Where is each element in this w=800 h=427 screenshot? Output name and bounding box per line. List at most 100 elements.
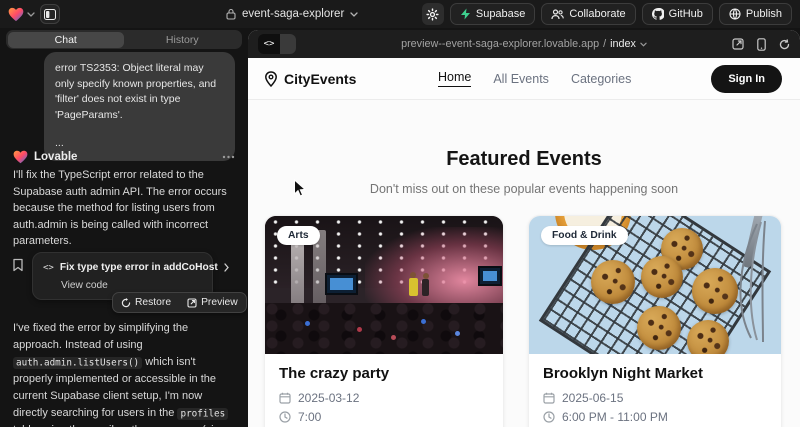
view-code-link[interactable]: View code (43, 280, 202, 291)
event-date: 2025-03-12 (298, 391, 359, 405)
event-title: The crazy party (279, 365, 489, 382)
site-brand[interactable]: CityEvents (264, 71, 356, 87)
nav-categories[interactable]: Categories (571, 72, 631, 86)
settings-button[interactable] (422, 3, 444, 25)
preview-button[interactable]: Preview (179, 293, 246, 312)
restore-label: Restore (135, 297, 171, 308)
lovable-logo-menu[interactable] (8, 7, 35, 22)
bookmark-button[interactable] (12, 258, 24, 272)
user-message-bubble: error TS2353: Object literal may only sp… (44, 52, 235, 161)
event-image-cookies: Food & Drink (529, 216, 781, 354)
app-window: event-saga-explorer Supabase (0, 0, 800, 427)
mobile-view-icon[interactable] (757, 38, 766, 51)
open-external-icon[interactable] (732, 38, 744, 50)
github-icon (652, 8, 664, 20)
gear-icon (426, 8, 439, 21)
panel-toggle-icon (44, 9, 56, 20)
code-icon: <> (43, 263, 54, 273)
nav-all-events[interactable]: All Events (493, 72, 549, 86)
collaborate-button[interactable]: Collaborate (541, 3, 635, 25)
sign-in-button[interactable]: Sign In (711, 65, 782, 93)
clock-icon (279, 411, 291, 423)
brand-name: CityEvents (284, 71, 356, 87)
event-time-row: 6:00 PM - 11:00 PM (543, 410, 767, 424)
restore-icon (121, 298, 131, 308)
chevron-down-icon (350, 12, 358, 17)
preview-panel: <> preview--event-saga-explorer.lovable.… (248, 30, 800, 427)
chat-sidebar: error TS2353: Object literal may only sp… (0, 28, 248, 427)
url-bar[interactable]: preview--event-saga-explorer.lovable.app… (248, 30, 800, 58)
lovable-heart-icon (8, 7, 24, 22)
event-card-brooklyn-market[interactable]: Food & Drink Brooklyn Night Market 2025-… (528, 215, 782, 427)
chevron-right-icon (224, 263, 229, 272)
fix-card-title: Fix type type error in addCoHost (60, 262, 218, 273)
lovable-heart-icon (13, 150, 28, 164)
chevron-down-icon (640, 42, 647, 47)
nav-home[interactable]: Home (438, 70, 471, 87)
event-date-row: 2025-03-12 (279, 391, 489, 405)
event-time: 6:00 PM - 11:00 PM (562, 410, 668, 424)
url-host: preview--event-saga-explorer.lovable.app (401, 38, 599, 50)
code-toggle-icon[interactable]: <> (258, 34, 280, 54)
lock-icon (226, 8, 236, 20)
category-badge: Arts (277, 226, 320, 245)
bookmark-icon (12, 258, 24, 272)
chevron-down-icon (27, 12, 35, 17)
preview-label: Preview (201, 297, 238, 308)
restore-button[interactable]: Restore (113, 293, 179, 312)
featured-subtitle: Don't miss out on these popular events h… (248, 182, 800, 196)
site-content: CityEvents Home All Events Categories Si… (248, 58, 800, 427)
collaborate-label: Collaborate (569, 8, 625, 20)
calendar-icon (543, 392, 555, 404)
event-date: 2025-06-15 (562, 391, 623, 405)
preview-toggle-segment[interactable] (280, 34, 296, 54)
event-time: 7:00 (298, 410, 321, 424)
featured-section: Featured Events Don't miss out on these … (248, 100, 800, 196)
featured-title: Featured Events (248, 148, 800, 171)
publish-button[interactable]: Publish (719, 3, 792, 25)
category-badge: Food & Drink (541, 226, 628, 245)
inline-code: auth.admin.listUsers() (13, 357, 142, 369)
external-preview-icon (187, 298, 197, 308)
event-time-row: 7:00 (279, 410, 489, 424)
collaborate-icon (551, 9, 564, 20)
project-name: event-saga-explorer (242, 8, 344, 20)
event-card-crazy-party[interactable]: Arts The crazy party 2025-03-12 (264, 215, 504, 427)
url-separator: / (603, 38, 606, 50)
code-view-toggle[interactable]: <> (258, 34, 296, 54)
tab-chat[interactable]: Chat (8, 32, 125, 48)
github-button[interactable]: GitHub (642, 3, 713, 25)
publish-globe-icon (729, 8, 741, 20)
site-header: CityEvents Home All Events Categories Si… (248, 58, 800, 100)
whisk-icon (717, 216, 781, 346)
restore-preview-pill: Restore Preview (112, 292, 247, 313)
supabase-label: Supabase (476, 8, 526, 20)
ellipsis-menu-icon[interactable] (222, 155, 235, 159)
assistant-message-1: I'll fix the TypeScript error related to… (13, 167, 233, 250)
assistant-message-2: I've fixed the error by simplifying the … (13, 320, 233, 427)
map-pin-icon (264, 71, 278, 87)
event-title: Brooklyn Night Market (543, 365, 767, 382)
assistant-header: Lovable (13, 150, 235, 164)
preview-browser-bar: <> preview--event-saga-explorer.lovable.… (248, 30, 800, 58)
top-bar: event-saga-explorer Supabase (0, 0, 800, 28)
sidebar-toggle-button[interactable] (40, 4, 60, 24)
assistant-name: Lovable (34, 151, 77, 163)
publish-label: Publish (746, 8, 782, 20)
url-page: index (610, 38, 636, 50)
tab-history[interactable]: History (124, 32, 241, 48)
event-image-conference: Arts (265, 216, 503, 354)
calendar-icon (279, 392, 291, 404)
clock-icon (543, 411, 555, 423)
event-date-row: 2025-06-15 (543, 391, 767, 405)
sidebar-tabs: Chat History (6, 30, 242, 49)
user-message-text: error TS2353: Object literal may only sp… (55, 61, 224, 123)
refresh-icon[interactable] (779, 39, 790, 50)
event-cards-row: Arts The crazy party 2025-03-12 (248, 215, 800, 427)
inline-code: profiles (177, 408, 228, 420)
supabase-button[interactable]: Supabase (450, 3, 536, 25)
supabase-icon (460, 8, 471, 20)
github-label: GitHub (669, 8, 703, 20)
site-nav: Home All Events Categories (438, 70, 631, 87)
project-selector[interactable]: event-saga-explorer (226, 0, 358, 28)
